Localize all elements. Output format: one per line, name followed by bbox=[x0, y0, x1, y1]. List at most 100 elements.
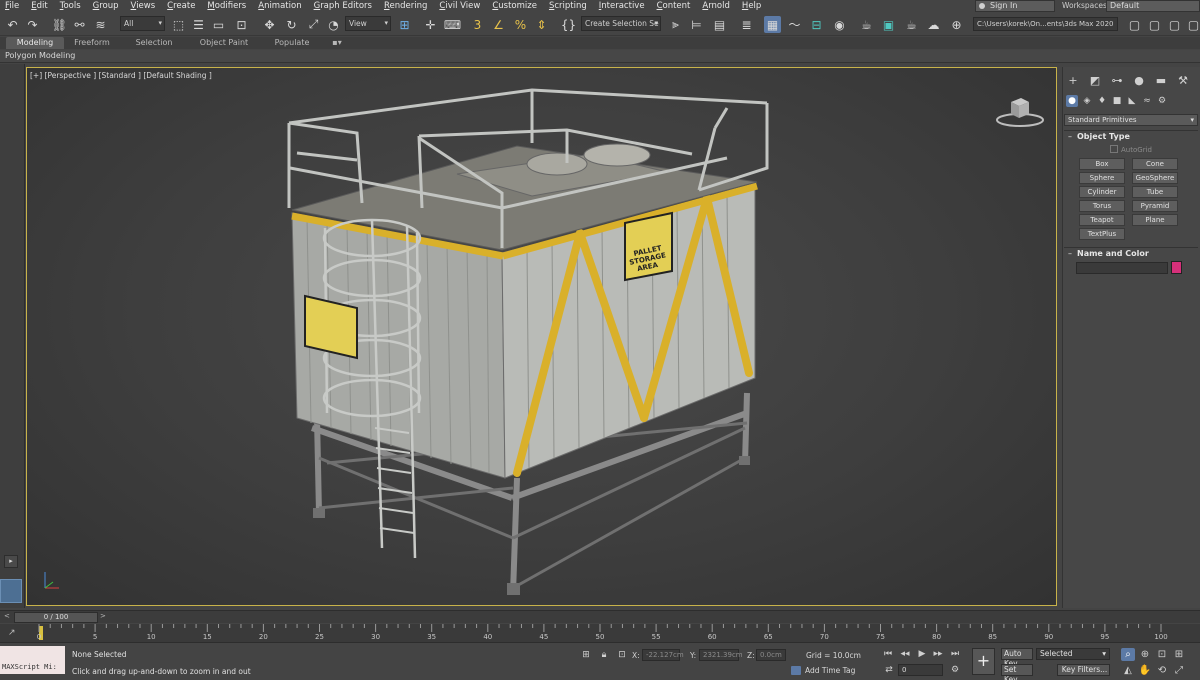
expand-layouts-icon[interactable]: ▸ bbox=[4, 555, 18, 568]
object-color-swatch[interactable] bbox=[1171, 261, 1182, 274]
menu-tools[interactable]: Tools bbox=[55, 1, 88, 11]
open-mini-curve-editor-icon[interactable]: ↗ bbox=[8, 628, 16, 638]
workspace-dropdown[interactable]: Default bbox=[1106, 0, 1200, 12]
autogrid-checkbox[interactable]: AutoGrid bbox=[1064, 145, 1198, 154]
box-button[interactable]: Box bbox=[1079, 158, 1125, 170]
hierarchy-tab-icon[interactable]: ⊶ bbox=[1110, 74, 1124, 88]
utilities-tab-icon[interactable]: ⚒ bbox=[1176, 74, 1190, 88]
manipulate-icon[interactable]: ✛ bbox=[422, 16, 439, 33]
mirror-icon[interactable]: ⫸ bbox=[667, 16, 684, 33]
menu-animation[interactable]: Animation bbox=[253, 1, 308, 11]
go-to-start-icon[interactable]: ⏮ bbox=[882, 648, 894, 660]
cameras-icon[interactable]: ■ bbox=[1111, 95, 1123, 107]
time-slider[interactable]: < 0 / 100 > bbox=[0, 610, 1200, 623]
isolate-selection-icon[interactable]: ⊞ bbox=[580, 649, 592, 661]
menu-civil-view[interactable]: Civil View bbox=[434, 1, 487, 11]
key-mode-icon[interactable]: ⇄ bbox=[883, 664, 895, 676]
menu-customize[interactable]: Customize bbox=[487, 1, 544, 11]
align-icon[interactable]: ⊨ bbox=[688, 16, 705, 33]
geometry-icon[interactable]: ● bbox=[1066, 95, 1078, 107]
bind-spacewarp-icon[interactable]: ≋ bbox=[92, 16, 109, 33]
orbit-icon[interactable]: ⟲ bbox=[1155, 664, 1169, 677]
tab-modeling[interactable]: Modeling bbox=[6, 37, 64, 49]
previous-frame-icon[interactable]: ◂◂ bbox=[899, 648, 911, 660]
time-configuration-icon[interactable]: ⚙ bbox=[949, 664, 961, 676]
render-setup-icon[interactable]: ☕ bbox=[858, 16, 875, 33]
maxscript-listener-line[interactable] bbox=[0, 646, 65, 660]
time-slider-next[interactable]: > bbox=[100, 612, 106, 620]
snaps-toggle-icon[interactable]: 3 bbox=[469, 16, 486, 33]
display-tab-icon[interactable]: ▬ bbox=[1154, 74, 1168, 88]
zoom-extents-icon[interactable]: ⊡ bbox=[1155, 648, 1169, 661]
time-slider-thumb[interactable]: 0 / 100 bbox=[14, 612, 98, 623]
tab-object-paint[interactable]: Object Paint bbox=[194, 37, 254, 49]
set-project-icon[interactable]: ▢ bbox=[1146, 16, 1163, 33]
pivot-center-icon[interactable]: ⊞ bbox=[396, 16, 413, 33]
auto-key-button[interactable]: Auto Key bbox=[1001, 648, 1033, 668]
perspective-viewport[interactable]: PALLET STORAGE AREA [+] [Perspective ] [… bbox=[26, 67, 1057, 606]
textplus-button[interactable]: TextPlus bbox=[1079, 228, 1125, 240]
cooling-tower-model[interactable]: PALLET STORAGE AREA bbox=[27, 68, 1057, 606]
pan-view-icon[interactable]: ✋ bbox=[1138, 664, 1152, 677]
menu-scripting[interactable]: Scripting bbox=[544, 1, 594, 11]
go-to-end-icon[interactable]: ⏭ bbox=[949, 648, 961, 660]
menu-views[interactable]: Views bbox=[126, 1, 163, 11]
select-object-icon[interactable]: ⬚ bbox=[170, 16, 187, 33]
menu-create[interactable]: Create bbox=[162, 1, 202, 11]
set-keys-button[interactable]: + bbox=[972, 648, 995, 675]
menu-edit[interactable]: Edit bbox=[26, 1, 54, 11]
teapot-button[interactable]: Teapot bbox=[1079, 214, 1125, 226]
track-bar[interactable]: ↗ 0 5 10 15 20 25 30 35 40 45 50 55 60 65 70 75 80 85 90 95… bbox=[0, 624, 1200, 643]
menu-arnold[interactable]: Arnold bbox=[697, 1, 737, 11]
torus-button[interactable]: Torus bbox=[1079, 200, 1125, 212]
toggle-ribbon-icon[interactable]: ▦ bbox=[764, 16, 781, 33]
zoom-icon[interactable]: ⌕ bbox=[1121, 648, 1135, 661]
toggle-layer-explorer-icon[interactable]: ≣ bbox=[738, 16, 755, 33]
place-icon[interactable]: ◔ bbox=[325, 16, 342, 33]
absolute-mode-icon[interactable]: ⊡ bbox=[616, 649, 628, 661]
menu-help[interactable]: Help bbox=[737, 1, 768, 11]
window-crossing-icon[interactable]: ⊡ bbox=[233, 16, 250, 33]
pyramid-button[interactable]: Pyramid bbox=[1132, 200, 1178, 212]
zoom-all-icon[interactable]: ⊕ bbox=[1138, 648, 1152, 661]
render-production-icon[interactable]: ☕ bbox=[903, 16, 920, 33]
curve-editor-icon[interactable]: 〜 bbox=[786, 16, 803, 33]
menu-interactive[interactable]: Interactive bbox=[594, 1, 652, 11]
name-and-color-title[interactable]: Name and Color bbox=[1064, 248, 1198, 260]
selection-lock-icon[interactable]: 🔒︎ bbox=[598, 649, 610, 661]
field-of-view-icon[interactable]: ◭ bbox=[1121, 664, 1135, 677]
percent-snap-icon[interactable]: % bbox=[512, 16, 529, 33]
create-tab-icon[interactable]: + bbox=[1066, 74, 1080, 88]
toggle-scene-explorer-icon[interactable]: ▤ bbox=[711, 16, 728, 33]
add-time-tag[interactable]: Add Time Tag bbox=[791, 666, 855, 675]
angle-snap-icon[interactable]: ∠ bbox=[490, 16, 507, 33]
z-coordinate-field[interactable]: 0.0cm bbox=[756, 649, 786, 661]
geosphere-button[interactable]: GeoSphere bbox=[1132, 172, 1178, 184]
menu-content[interactable]: Content bbox=[652, 1, 698, 11]
menu-graph-editors[interactable]: Graph Editors bbox=[309, 1, 379, 11]
reference-coordinate-dropdown[interactable]: View bbox=[345, 16, 391, 31]
polygon-modeling-label[interactable]: Polygon Modeling bbox=[5, 51, 75, 60]
project-path-field[interactable]: C:\Users\korek\On...ents\3ds Max 2020 bbox=[973, 17, 1118, 31]
rectangular-selection-icon[interactable]: ▭ bbox=[210, 16, 227, 33]
x-coordinate-field[interactable]: -22.127cm bbox=[642, 649, 684, 661]
maxscript-mini-listener[interactable]: MAXScript Mi: bbox=[0, 660, 65, 674]
set-key-button[interactable]: Set Key bbox=[1001, 664, 1033, 680]
project-browse-icon[interactable]: ▢ bbox=[1185, 16, 1200, 33]
project-settings-icon[interactable]: ▢ bbox=[1166, 16, 1183, 33]
selection-filter-dropdown[interactable]: All bbox=[120, 16, 165, 31]
edit-named-selections-icon[interactable]: {} bbox=[560, 16, 577, 33]
schematic-view-icon[interactable]: ⊟ bbox=[808, 16, 825, 33]
select-scale-icon[interactable]: ⤢ bbox=[305, 16, 322, 33]
select-by-name-icon[interactable]: ☰ bbox=[190, 16, 207, 33]
rendered-frame-window-icon[interactable]: ▣ bbox=[880, 16, 897, 33]
menu-modifiers[interactable]: Modifiers bbox=[202, 1, 253, 11]
tube-button[interactable]: Tube bbox=[1132, 186, 1178, 198]
lights-icon[interactable]: ♦ bbox=[1096, 95, 1108, 107]
y-coordinate-field[interactable]: 2321.39cm bbox=[699, 649, 743, 661]
viewport-layout-thumbnail[interactable] bbox=[0, 579, 22, 603]
shapes-icon[interactable]: ◈ bbox=[1081, 95, 1093, 107]
cone-button[interactable]: Cone bbox=[1132, 158, 1178, 170]
time-slider-prev[interactable]: < bbox=[4, 612, 10, 620]
viewcube-icon[interactable] bbox=[995, 92, 1045, 128]
